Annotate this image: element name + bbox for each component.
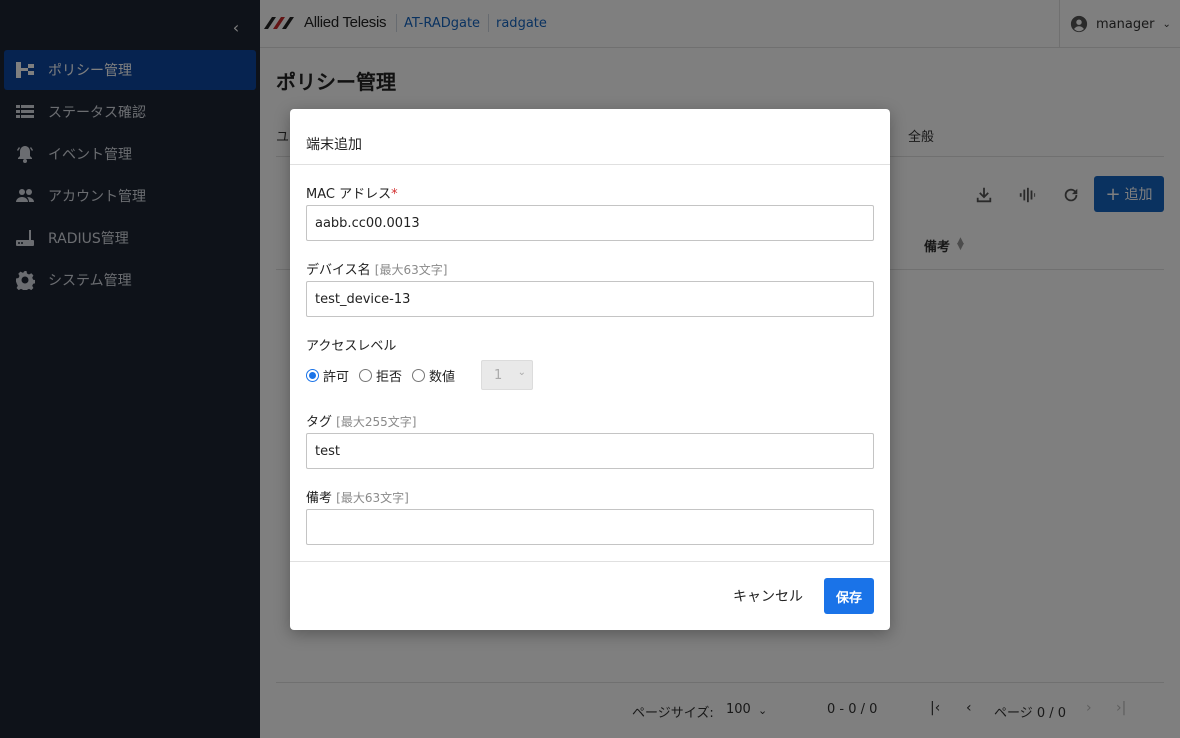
device-name-hint: [最大63文字] <box>374 263 448 277</box>
tag-hint: [最大255文字] <box>336 415 417 429</box>
device-name-label-text: デバイス名 <box>306 263 371 278</box>
note-hint: [最大63文字] <box>336 491 409 505</box>
radio-allow[interactable]: 許可 <box>306 366 349 385</box>
radio-dot[interactable] <box>306 368 319 382</box>
radio-deny[interactable]: 拒否 <box>359 366 402 385</box>
device-name-label: デバイス名 [最大63文字] <box>306 259 447 278</box>
numeric-level-select[interactable]: 1 ⌄ <box>481 360 533 390</box>
note-label-text: 備考 <box>306 491 333 506</box>
tag-label-text: タグ <box>306 415 333 430</box>
required-marker: * <box>391 187 398 202</box>
mac-address-input[interactable] <box>306 205 874 241</box>
radio-allow-label: 許可 <box>323 369 350 385</box>
mac-label-text: MAC アドレス <box>306 187 392 202</box>
radio-numeric[interactable]: 数値 <box>412 366 455 385</box>
device-name-input[interactable] <box>306 281 874 317</box>
tag-label: タグ [最大255文字] <box>306 411 416 430</box>
radio-dot[interactable] <box>412 368 426 382</box>
dialog-header-divider <box>290 164 890 165</box>
chevron-down-icon: ⌄ <box>517 367 526 378</box>
dialog-title: 端末追加 <box>306 137 362 153</box>
note-label: 備考 [最大63文字] <box>306 487 409 506</box>
save-button[interactable]: 保存 <box>824 578 874 614</box>
radio-dot[interactable] <box>359 368 373 382</box>
dialog-footer-divider <box>290 561 890 562</box>
radio-deny-label: 拒否 <box>376 369 403 385</box>
cancel-button[interactable]: キャンセル <box>728 578 808 614</box>
access-level-label: アクセスレベル <box>306 339 397 354</box>
radio-numeric-label: 数値 <box>429 369 456 385</box>
access-level-radios: 許可 拒否 数値 <box>306 360 465 390</box>
note-input[interactable] <box>306 509 874 545</box>
tag-input[interactable] <box>306 433 874 469</box>
numeric-level-value: 1 <box>494 367 503 383</box>
mac-label: MAC アドレス* <box>306 183 398 202</box>
add-device-dialog: 端末追加 MAC アドレス* デバイス名 [最大63文字] アクセスレベル 許可… <box>290 109 890 630</box>
